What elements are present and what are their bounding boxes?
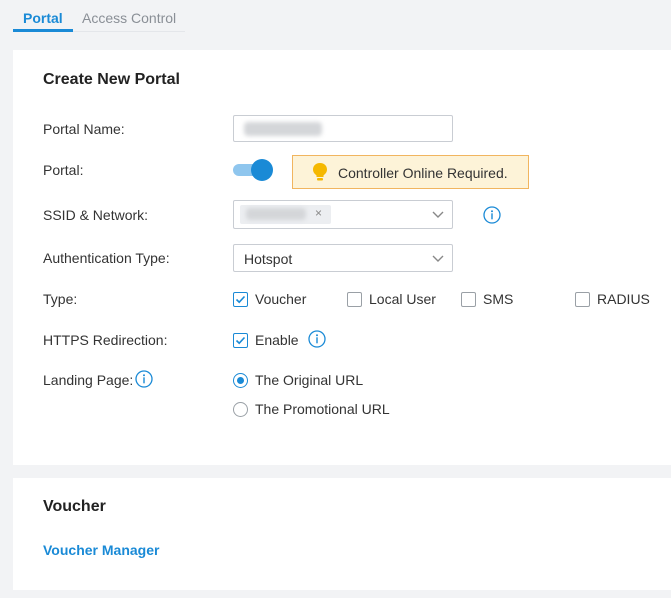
redacted-value <box>244 122 322 136</box>
tag-remove-icon[interactable]: × <box>315 206 322 220</box>
check-icon <box>235 336 246 344</box>
toggle-knob <box>251 159 273 181</box>
checkbox-box <box>233 332 248 348</box>
auth-type-value: Hotspot <box>244 251 293 267</box>
checkbox-label: RADIUS <box>597 291 650 307</box>
tab-portal[interactable]: Portal <box>23 10 63 26</box>
portal-name-input[interactable] <box>233 115 453 142</box>
tab-access-control[interactable]: Access Control <box>82 10 176 26</box>
ssid-tag: × <box>240 205 331 224</box>
voucher-title: Voucher <box>43 498 106 515</box>
checkbox-label: Voucher <box>255 291 307 307</box>
chevron-down-icon <box>432 255 444 262</box>
checkbox-box <box>347 291 362 307</box>
https-redirection-label: HTTPS Redirection: <box>43 332 168 348</box>
auth-type-label: Authentication Type: <box>43 250 170 266</box>
check-icon <box>235 295 246 303</box>
type-local-user-checkbox[interactable]: Local User <box>347 291 436 307</box>
radio-label: The Original URL <box>255 372 364 388</box>
radio-label: The Promotional URL <box>255 401 390 417</box>
portal-label: Portal: <box>43 162 84 178</box>
landing-page-label: Landing Page: <box>43 372 134 388</box>
type-sms-checkbox[interactable]: SMS <box>461 291 513 307</box>
radio-circle <box>233 401 248 417</box>
checkbox-label: Enable <box>255 332 299 348</box>
type-label: Type: <box>43 291 78 307</box>
checkbox-box <box>461 291 476 307</box>
portal-name-label: Portal Name: <box>43 121 125 137</box>
info-icon[interactable] <box>308 330 326 348</box>
landing-promotional-url-radio[interactable]: The Promotional URL <box>233 401 390 417</box>
https-enable-checkbox[interactable]: Enable <box>233 332 299 348</box>
auth-type-select[interactable]: Hotspot <box>233 244 453 272</box>
bulb-icon <box>313 163 327 181</box>
checkbox-label: SMS <box>483 291 514 307</box>
voucher-card: Voucher Voucher Manager <box>13 478 671 590</box>
info-icon[interactable] <box>135 370 153 388</box>
radio-circle <box>233 372 248 388</box>
type-radius-checkbox[interactable]: RADIUS <box>575 291 650 307</box>
card-title: Create New Portal <box>43 71 180 88</box>
voucher-manager-link[interactable]: Voucher Manager <box>43 542 159 558</box>
chevron-down-icon <box>432 211 444 218</box>
info-icon[interactable] <box>483 206 501 224</box>
portal-toggle[interactable] <box>233 159 273 181</box>
ssid-network-select[interactable]: × <box>233 200 453 229</box>
landing-original-url-radio[interactable]: The Original URL <box>233 372 363 388</box>
redacted-ssid <box>246 208 306 220</box>
checkbox-label: Local User <box>369 291 436 307</box>
warning-text: Controller Online Required. <box>338 165 508 181</box>
active-tab-indicator <box>13 29 73 32</box>
create-portal-card: Create New Portal Portal Name: Portal: C… <box>13 50 671 465</box>
ssid-network-label: SSID & Network: <box>43 207 149 223</box>
checkbox-box <box>575 291 590 307</box>
tab-bar: Portal Access Control <box>13 0 185 32</box>
checkbox-box <box>233 291 248 307</box>
controller-warning: Controller Online Required. <box>292 155 529 189</box>
type-voucher-checkbox[interactable]: Voucher <box>233 291 306 307</box>
